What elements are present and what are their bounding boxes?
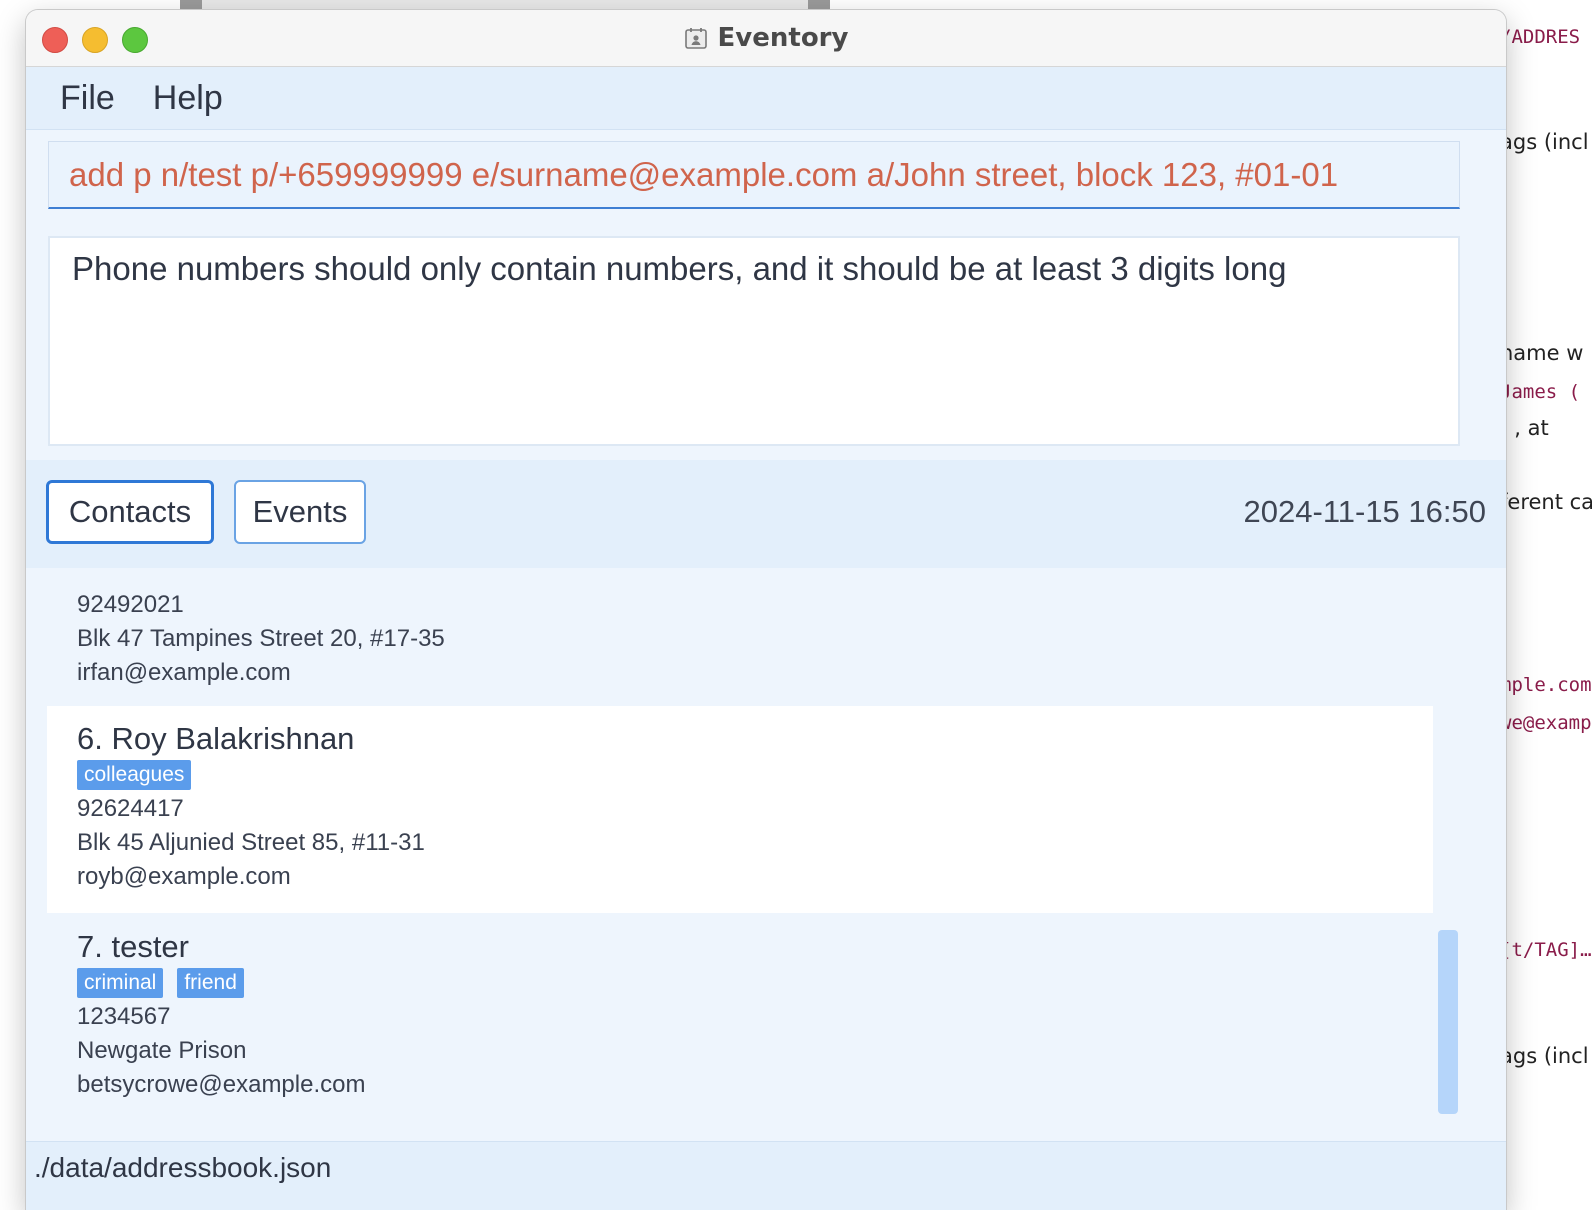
contact-tag: criminal	[77, 968, 164, 998]
background-text: ags (incl	[1500, 130, 1589, 154]
status-bar: ./data/addressbook.json	[26, 1141, 1506, 1210]
command-box	[48, 141, 1460, 209]
background-text: ags (incl	[1500, 1044, 1589, 1068]
background-text: [t/TAG]…	[1500, 939, 1592, 961]
view-toolbar: Contacts Events 2024-11-15 16:50	[26, 460, 1506, 569]
contact-tags: criminal friend	[77, 968, 1433, 998]
contact-list[interactable]: 92492021 Blk 47 Tampines Street 20, #17-…	[26, 568, 1506, 1140]
result-display: Phone numbers should only contain number…	[48, 236, 1460, 446]
background-text: mple.com	[1500, 674, 1592, 696]
contact-name: 6. Roy Balakrishnan	[77, 721, 355, 756]
window-controls	[42, 27, 148, 53]
contact-card[interactable]: 92492021 Blk 47 Tampines Street 20, #17-…	[47, 588, 1433, 698]
contact-email: irfan@example.com	[77, 659, 291, 686]
contact-card[interactable]: 7. tester criminal friend 1234567 Newgat…	[47, 928, 1433, 1135]
contact-tags: colleagues	[77, 760, 1433, 790]
background-text: ferent ca	[1500, 490, 1592, 514]
window-title: Eventory	[717, 23, 849, 53]
current-datetime: 2024-11-15 16:50	[1243, 494, 1486, 529]
contact-phone: 1234567	[77, 1003, 171, 1030]
list-scrollbar[interactable]	[1438, 930, 1458, 1114]
contact-email: royb@example.com	[77, 863, 291, 890]
app-window: Eventory File Help Phone numbers should …	[26, 10, 1506, 1210]
menu-help[interactable]: Help	[153, 79, 223, 118]
contact-address: Blk 45 Aljunied Street 85, #11-31	[77, 829, 425, 856]
title-group: Eventory	[684, 23, 849, 53]
contact-email: betsycrowe@example.com	[77, 1071, 366, 1098]
contact-phone: 92492021	[77, 591, 184, 618]
menu-file[interactable]: File	[60, 79, 115, 118]
contact-card[interactable]: 6. Roy Balakrishnan colleagues 92624417 …	[47, 706, 1433, 913]
result-message: Phone numbers should only contain number…	[72, 250, 1287, 287]
events-tab-button[interactable]: Events	[234, 480, 366, 544]
command-input[interactable]	[69, 155, 1459, 194]
background-text: we@examp	[1500, 712, 1592, 734]
background-text: name w	[1500, 341, 1584, 365]
minimize-window-button[interactable]	[82, 27, 108, 53]
contact-tag: colleagues	[77, 760, 192, 790]
contact-phone: 92624417	[77, 795, 184, 822]
contact-address: Blk 47 Tampines Street 20, #17-35	[77, 625, 445, 652]
contacts-tab-button[interactable]: Contacts	[46, 480, 214, 544]
title-bar: Eventory	[26, 10, 1506, 67]
contact-address: Newgate Prison	[77, 1037, 247, 1064]
background-text: - , at	[1500, 416, 1549, 440]
maximize-window-button[interactable]	[122, 27, 148, 53]
close-window-button[interactable]	[42, 27, 68, 53]
background-text: James (	[1500, 381, 1581, 403]
contact-tag: friend	[177, 968, 244, 998]
background-text: /ADDRES	[1500, 26, 1581, 48]
calendar-contact-icon	[684, 28, 707, 49]
menu-bar: File Help	[26, 67, 1506, 130]
contact-name: 7. tester	[77, 929, 189, 964]
data-file-path: ./data/addressbook.json	[34, 1152, 332, 1183]
